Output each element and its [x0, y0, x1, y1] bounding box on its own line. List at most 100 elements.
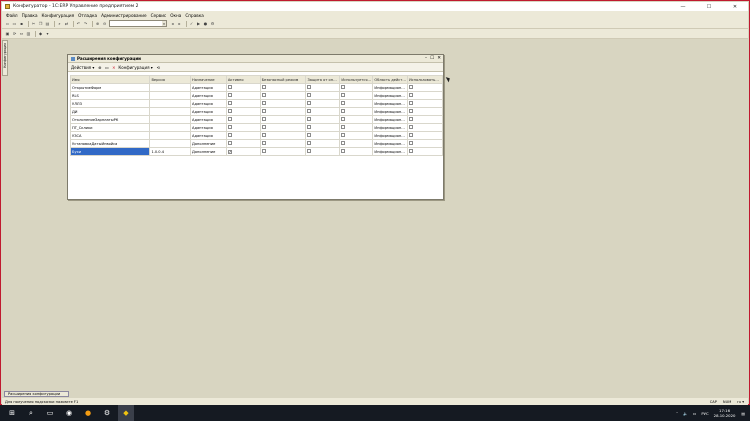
table-row[interactable]: УстановкаДатыИнвойса Дополнение Информацио…: [69, 139, 444, 148]
used-checkbox[interactable]: [341, 85, 346, 89]
use-checkbox[interactable]: [408, 85, 413, 89]
syntax-check-icon[interactable]: ✓: [189, 21, 194, 26]
safe-mode-checkbox[interactable]: [261, 93, 266, 97]
col-used[interactable]: Используется…: [339, 75, 374, 84]
used-checkbox[interactable]: [341, 93, 346, 97]
maximize-button[interactable]: ☐: [696, 2, 722, 11]
status-lang[interactable]: ru ▾: [737, 400, 744, 404]
run-enterprise-icon[interactable]: ◆: [38, 31, 43, 36]
search-next-icon[interactable]: ▸: [177, 21, 182, 26]
col-protection[interactable]: Защита от оп…: [305, 75, 341, 84]
safe-mode-checkbox[interactable]: [261, 101, 266, 105]
media-icon[interactable]: ●: [80, 405, 96, 421]
paste-icon[interactable]: ▤: [45, 21, 50, 26]
update-db-icon[interactable]: ⟳: [12, 31, 17, 36]
search-prev-icon[interactable]: ◂: [170, 21, 175, 26]
table-row[interactable]: УЗСА Адаптация Информацион…: [69, 131, 444, 140]
cut-icon[interactable]: ✂: [31, 21, 36, 26]
active-checkbox[interactable]: [227, 101, 232, 105]
dialog-close-icon[interactable]: ✕: [437, 56, 441, 61]
onec-app-icon[interactable]: ◆: [118, 405, 134, 421]
table-row[interactable]: Бухи 1.0.0.4 Дополнение ✓ Информацион…: [69, 147, 444, 156]
col-name[interactable]: Имя: [69, 75, 151, 84]
protection-checkbox[interactable]: [307, 133, 312, 137]
menu-configuration[interactable]: Конфигурация: [42, 13, 75, 18]
safe-mode-checkbox[interactable]: [261, 125, 266, 129]
new-file-icon[interactable]: ▫: [5, 21, 10, 26]
search-icon[interactable]: ⌕: [23, 405, 39, 421]
breakpoint-icon[interactable]: ●: [203, 21, 208, 26]
settings-icon[interactable]: ⚙: [210, 21, 215, 26]
network-icon[interactable]: ▭: [693, 411, 697, 416]
save-icon[interactable]: ▪: [19, 21, 24, 26]
active-checkbox[interactable]: [227, 141, 232, 145]
debug-icon[interactable]: ▶: [196, 21, 201, 26]
used-checkbox[interactable]: [341, 141, 346, 145]
col-scope[interactable]: Область дейст…: [372, 75, 408, 84]
redo-icon[interactable]: ↷: [83, 21, 88, 26]
refresh-icon[interactable]: ⟲: [156, 65, 161, 70]
safe-mode-checkbox[interactable]: [261, 141, 266, 145]
settings-gear-icon[interactable]: ⚙: [99, 405, 115, 421]
table-row[interactable]: УЛЛ3 Адаптация Информацион…: [69, 99, 444, 108]
active-checkbox[interactable]: [227, 109, 232, 113]
active-checkbox[interactable]: [227, 85, 232, 89]
menu-service[interactable]: Сервис: [151, 13, 167, 18]
col-purpose[interactable]: Назначение: [190, 75, 227, 84]
safe-mode-checkbox[interactable]: [261, 85, 266, 89]
use-checkbox[interactable]: [408, 93, 413, 97]
table-row[interactable]: ДИ Адаптация Информацион…: [69, 107, 444, 116]
protection-checkbox[interactable]: [307, 117, 312, 121]
config-tree-tab[interactable]: Конфигурация: [2, 40, 8, 76]
use-checkbox[interactable]: [408, 101, 413, 105]
menu-file[interactable]: Файл: [6, 13, 18, 18]
menu-debug[interactable]: Отладка: [78, 13, 97, 18]
col-use[interactable]: Использовать…: [406, 75, 444, 84]
minimize-button[interactable]: —: [670, 2, 696, 11]
table-row[interactable]: ОтклонениеЗарплатыРК Адаптация Информацион…: [69, 115, 444, 124]
table-row[interactable]: ПТ_Склики Адаптация Информацион…: [69, 123, 444, 132]
replace-icon[interactable]: ⇄: [64, 21, 69, 26]
use-checkbox[interactable]: [408, 117, 413, 121]
notifications-icon[interactable]: ▤: [741, 411, 745, 416]
actions-menu[interactable]: Действия ▾: [71, 65, 94, 70]
chrome-icon[interactable]: ◉: [61, 405, 77, 421]
used-checkbox[interactable]: [341, 101, 346, 105]
open-icon[interactable]: ▭: [12, 21, 17, 26]
support-icon[interactable]: ▥: [26, 31, 31, 36]
protection-checkbox[interactable]: [307, 93, 312, 97]
notification-chevron-icon[interactable]: ˄: [676, 411, 678, 416]
protection-checkbox[interactable]: [307, 101, 312, 105]
open-config-icon[interactable]: ▣: [5, 31, 10, 36]
more-icon[interactable]: ▾: [45, 31, 50, 36]
use-checkbox[interactable]: [408, 109, 413, 113]
col-version[interactable]: Версия: [149, 75, 192, 84]
find-icon[interactable]: ⌕: [57, 21, 62, 26]
used-checkbox[interactable]: [341, 125, 346, 129]
volume-icon[interactable]: 🔈: [683, 411, 688, 416]
clock[interactable]: 17:16 28.10.2020: [714, 408, 736, 418]
active-checkbox[interactable]: [227, 117, 232, 121]
menu-windows[interactable]: Окна: [170, 13, 181, 18]
active-checkbox[interactable]: [227, 93, 232, 97]
protection-checkbox[interactable]: [307, 141, 312, 145]
dialog-maximize-icon[interactable]: ☐: [430, 56, 434, 61]
used-checkbox[interactable]: [341, 133, 346, 137]
close-button[interactable]: ✕: [722, 2, 748, 11]
used-checkbox[interactable]: [341, 109, 346, 113]
menu-edit[interactable]: Правка: [22, 13, 38, 18]
delete-icon[interactable]: ✕: [111, 65, 116, 70]
zoom-in-icon[interactable]: ⊕: [95, 21, 100, 26]
active-checkbox[interactable]: ✓: [227, 149, 232, 154]
safe-mode-checkbox[interactable]: [261, 117, 266, 121]
safe-mode-checkbox[interactable]: [261, 133, 266, 137]
safe-mode-checkbox[interactable]: [261, 149, 266, 153]
table-row[interactable]: RLS Адаптация Информацион…: [69, 91, 444, 100]
chevron-down-icon[interactable]: ▾: [162, 21, 166, 26]
col-safe-mode[interactable]: Безопасный режим: [259, 75, 307, 84]
active-checkbox[interactable]: [227, 133, 232, 137]
active-checkbox[interactable]: [227, 125, 232, 129]
use-checkbox[interactable]: [408, 125, 413, 129]
use-checkbox[interactable]: [408, 133, 413, 137]
configuration-menu[interactable]: Конфигурация ▾: [118, 65, 152, 70]
